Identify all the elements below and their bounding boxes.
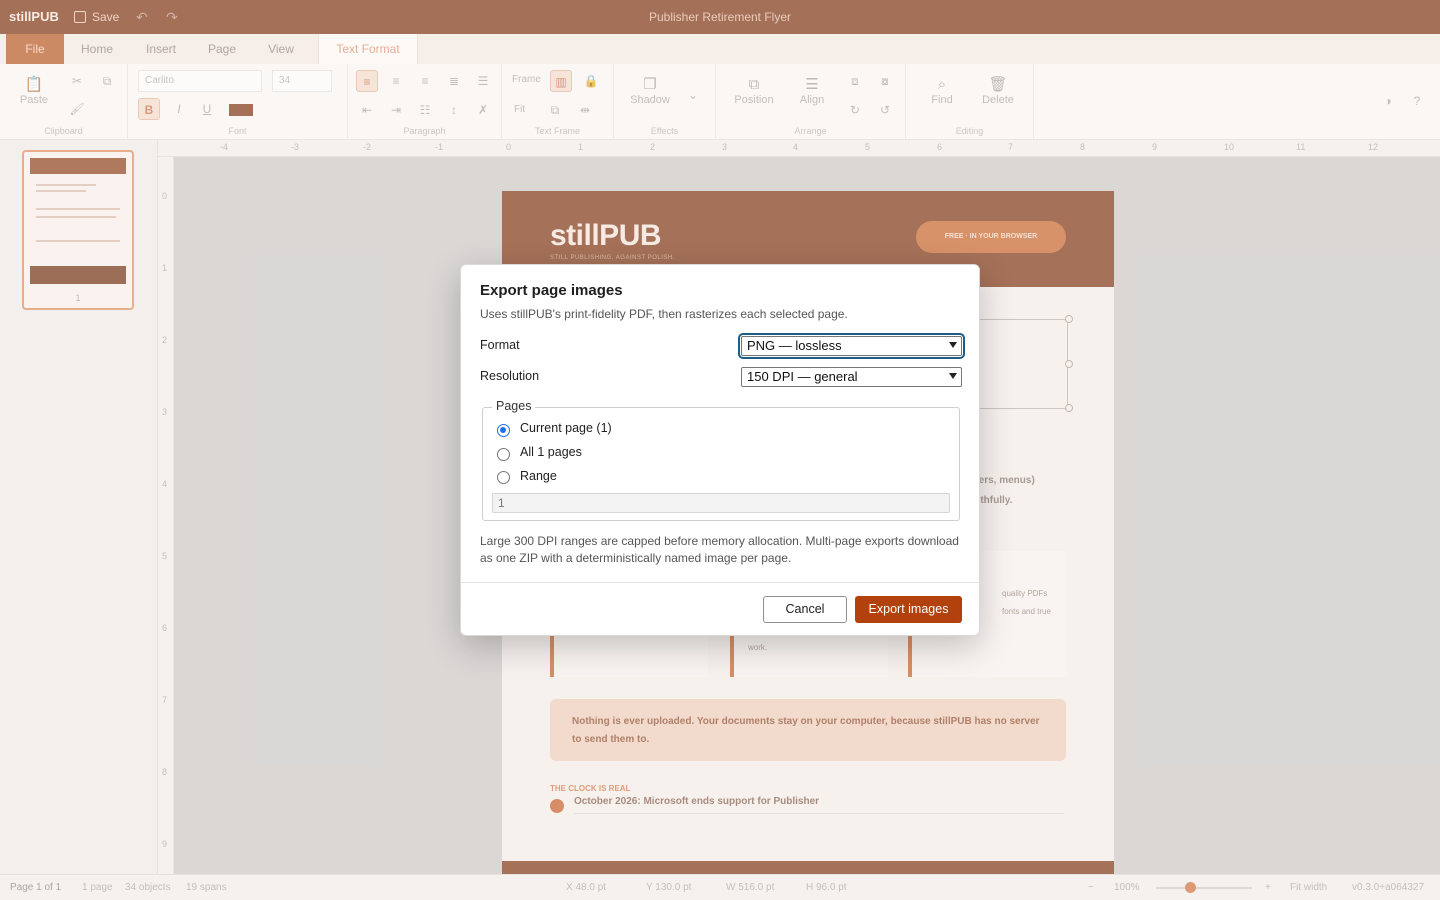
resolution-select[interactable]: 150 DPI — general (741, 367, 962, 387)
pages-legend: Pages (492, 399, 536, 413)
resolution-label: Resolution (480, 369, 540, 383)
radio-all-pages[interactable] (497, 448, 510, 461)
dialog-title: Export page images (480, 282, 623, 299)
export-images-button[interactable]: Export images (855, 596, 962, 623)
dialog-divider (461, 582, 979, 583)
radio-label-all-pages[interactable]: All 1 pages (520, 445, 582, 459)
format-select-value: PNG — lossless (747, 338, 842, 353)
chevron-down-icon (949, 373, 957, 379)
radio-current-page[interactable] (497, 424, 510, 437)
resolution-select-value: 150 DPI — general (747, 369, 858, 384)
format-select[interactable]: PNG — lossless (738, 333, 965, 359)
chevron-down-icon (949, 342, 957, 348)
export-images-dialog: Export page images Uses stillPUB's print… (460, 264, 980, 636)
radio-range[interactable] (497, 471, 510, 484)
radio-label-range[interactable]: Range (520, 469, 557, 483)
radio-label-current-page[interactable]: Current page (1) (520, 421, 612, 435)
cancel-button[interactable]: Cancel (763, 596, 847, 623)
dialog-note: Large 300 DPI ranges are capped before m… (480, 534, 959, 565)
dialog-subtitle: Uses stillPUB's print-fidelity PDF, then… (480, 307, 848, 321)
format-label: Format (480, 338, 520, 352)
range-input[interactable]: 1 (492, 493, 950, 513)
pages-fieldset: Pages Current page (1) All 1 pages Range… (482, 399, 960, 521)
